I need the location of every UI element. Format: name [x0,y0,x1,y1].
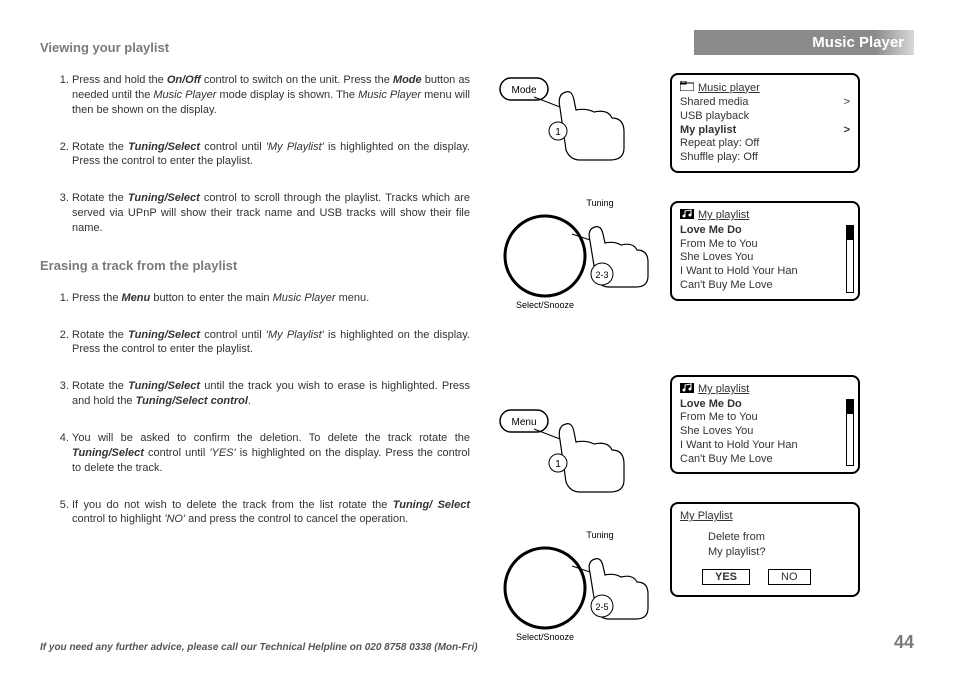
section-title-viewing: Viewing your playlist [40,40,169,55]
track-item: I Want to Hold Your Han [680,265,798,279]
menu-item: Repeat play: Off [680,137,759,151]
track-item-selected: Love Me Do [680,224,742,238]
step-number: 1 [555,127,561,138]
viewing-steps-list: Press and hold the On/Off control to swi… [40,73,470,236]
menu-label: Menu [511,417,536,428]
track-item-selected: Love Me Do [680,398,742,412]
page-number: 44 [894,632,914,653]
list-item: Rotate the Tuning/Select control until '… [72,140,470,170]
section-title-erasing: Erasing a track from the playlist [40,258,470,273]
erasing-steps-list: Press the Menu button to enter the main … [40,291,470,527]
track-item: Can't Buy Me Love [680,279,773,293]
illustrations-column: Mode 1 Tuning Select/Snooze [480,73,660,651]
menu-item: USB playback [680,110,749,124]
list-item: Rotate the Tuning/Select until the track… [72,379,470,409]
mode-button-illustration: Mode 1 [490,73,650,166]
menu-item: Shuffle play: Off [680,151,758,165]
lcd-playlist: My playlist Love Me Do From Me to You Sh… [670,375,860,475]
note-icon [680,383,694,396]
chapter-bar: Music Player [694,30,914,55]
page-header: Viewing your playlist Music Player [40,30,914,55]
step-number: 2-3 [595,270,608,280]
list-item: Rotate the Tuning/Select control until '… [72,328,470,358]
list-item: You will be asked to confirm the deletio… [72,431,470,476]
list-item: If you do not wish to delete the track f… [72,498,470,528]
menu-item: Shared media [680,96,749,110]
yes-option: YES [702,569,750,585]
screen-title: My playlist [698,209,850,221]
dial-top-label: Tuning [586,530,613,540]
lcd-playlist: My playlist Love Me Do From Me to You Sh… [670,201,860,301]
scrollbar [846,399,854,467]
dial-bottom-label: Select/Snooze [516,300,574,310]
list-item: Rotate the Tuning/Select control to scro… [72,191,470,236]
folder-icon [680,81,694,94]
track-item: From Me to You [680,238,758,252]
track-item: She Loves You [680,251,753,265]
track-item: I Want to Hold Your Han [680,439,798,453]
menu-button-illustration: Menu 1 [490,405,650,498]
helpline-text: If you need any further advice, please c… [40,642,478,653]
lcd-confirm-delete: My Playlist Delete from My playlist? YES… [670,502,860,597]
mode-label: Mode [511,85,536,96]
instructions-column: Press and hold the On/Off control to swi… [40,73,470,651]
page-footer: If you need any further advice, please c… [40,632,914,653]
dial-top-label: Tuning [586,198,613,208]
no-option: NO [768,569,811,585]
track-item: From Me to You [680,411,758,425]
scrollbar [846,225,854,293]
lcd-music-player-menu: Music player Shared media> USB playback … [670,73,860,173]
track-item: She Loves You [680,425,753,439]
step-number: 1 [555,459,561,470]
confirm-text: My playlist? [708,546,765,558]
manual-page: Viewing your playlist Music Player Press… [0,0,954,673]
note-icon [680,209,694,222]
screen-title: My Playlist [680,510,850,522]
screen-title: My playlist [698,383,850,395]
list-item: Press the Menu button to enter the main … [72,291,470,306]
screen-title: Music player [698,82,850,94]
step-number: 2-5 [595,602,608,612]
tuning-dial-illustration: Tuning Select/Snooze 2-3 [490,196,650,319]
track-item: Can't Buy Me Love [680,453,773,467]
list-item: Press and hold the On/Off control to swi… [72,73,470,118]
confirm-text: Delete from [708,531,765,543]
menu-item-selected: My playlist [680,124,736,138]
screens-column: Music player Shared media> USB playback … [670,73,890,651]
